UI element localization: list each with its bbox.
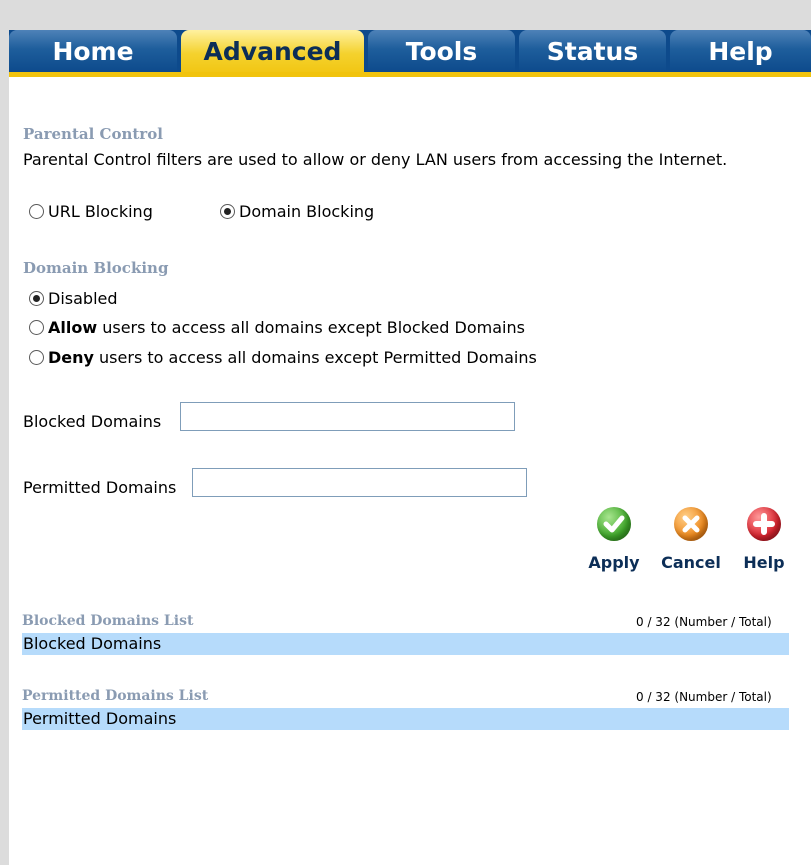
permitted-list-header: Permitted Domains (22, 708, 789, 730)
radio-circle[interactable] (29, 204, 44, 219)
cancel-label: Cancel (661, 553, 721, 572)
radio-allow[interactable]: Allow users to access all domains except… (29, 318, 525, 337)
left-band (0, 0, 9, 865)
radio-circle[interactable] (29, 350, 44, 365)
parental-control-title: Parental Control (23, 125, 163, 143)
blocked-list-header-text: Blocked Domains (23, 634, 162, 653)
blocked-list-header: Blocked Domains (22, 633, 789, 655)
apply-button[interactable]: Apply (583, 507, 645, 572)
check-icon (597, 507, 631, 541)
nav-bar: Home Advanced Tools Status Help (9, 30, 811, 77)
radio-bold-label: Deny (48, 348, 94, 367)
radio-label: URL Blocking (48, 202, 153, 221)
radio-url-blocking[interactable]: URL Blocking (29, 202, 153, 221)
blocked-domains-label: Blocked Domains (23, 412, 162, 431)
blocked-domains-input[interactable] (180, 402, 515, 431)
help-label: Help (743, 553, 785, 572)
main-content: Parental Control Parental Control filter… (9, 77, 811, 865)
plus-icon (747, 507, 781, 541)
radio-circle[interactable] (29, 291, 44, 306)
cancel-x-icon (674, 507, 708, 541)
radio-circle[interactable] (220, 204, 235, 219)
tab-advanced[interactable]: Advanced (181, 30, 364, 77)
permitted-list-header-text: Permitted Domains (23, 709, 177, 728)
radio-bold-label: Allow (48, 318, 98, 337)
radio-label: Disabled (48, 289, 118, 308)
parental-control-description: Parental Control filters are used to all… (23, 150, 728, 169)
blocked-list-count: 0 / 32 (Number / Total) (636, 615, 772, 629)
blocked-list-title: Blocked Domains List (22, 613, 194, 629)
radio-circle[interactable] (29, 320, 44, 335)
radio-label: users to access all domains except Block… (97, 318, 525, 337)
permitted-domains-input[interactable] (192, 468, 527, 497)
tab-help[interactable]: Help (670, 30, 811, 72)
cancel-button[interactable]: Cancel (655, 507, 727, 572)
radio-deny[interactable]: Deny users to access all domains except … (29, 348, 537, 367)
tab-home[interactable]: Home (9, 30, 177, 72)
permitted-list-title: Permitted Domains List (22, 688, 209, 704)
top-band (0, 0, 811, 30)
apply-label: Apply (588, 553, 640, 572)
radio-disabled[interactable]: Disabled (29, 289, 118, 308)
radio-domain-blocking[interactable]: Domain Blocking (220, 202, 374, 221)
permitted-list-count: 0 / 32 (Number / Total) (636, 690, 772, 704)
help-button[interactable]: Help (736, 507, 792, 572)
radio-label: users to access all domains except Permi… (93, 348, 537, 367)
radio-label: Domain Blocking (239, 202, 375, 221)
tab-tools[interactable]: Tools (368, 30, 515, 72)
tab-status[interactable]: Status (519, 30, 666, 72)
permitted-domains-label: Permitted Domains (23, 478, 177, 497)
domain-blocking-title: Domain Blocking (23, 259, 169, 277)
